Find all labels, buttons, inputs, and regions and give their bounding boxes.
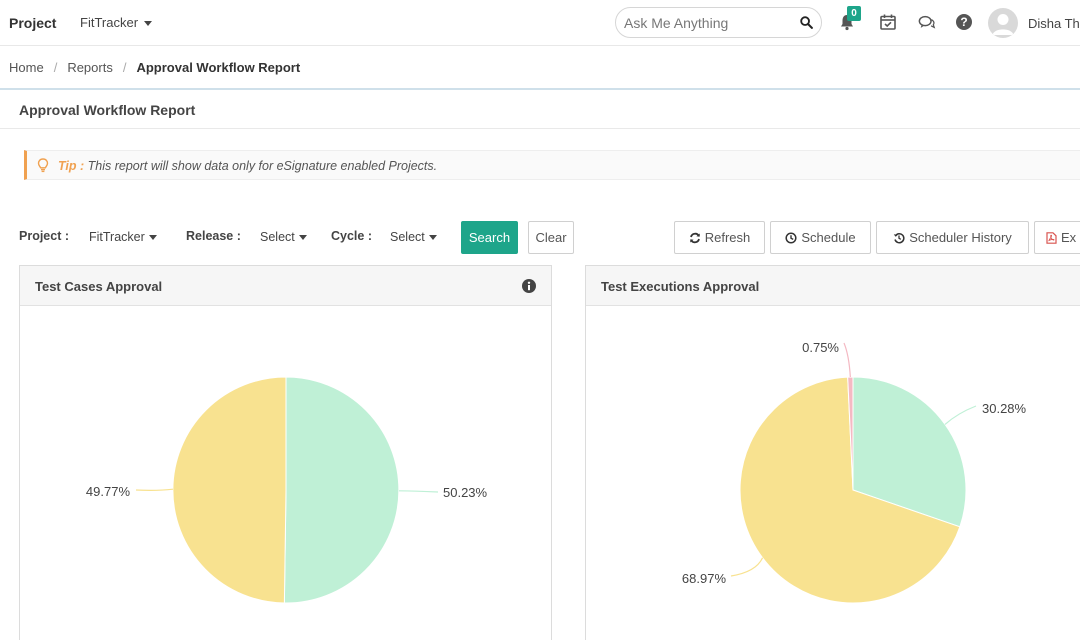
pie-slice[interactable] xyxy=(172,376,287,604)
notification-badge: 0 xyxy=(847,6,861,21)
breadcrumb-current: Approval Workflow Report xyxy=(136,60,301,75)
project-switcher-label: FitTracker xyxy=(80,15,139,30)
cycle-filter-label: Cycle : xyxy=(331,229,372,243)
page-title: Approval Workflow Report xyxy=(19,102,196,118)
calendar-check-icon[interactable] xyxy=(879,13,897,31)
cycle-filter-value: Select xyxy=(390,230,425,244)
test-cases-pie-chart: 50.23% 49.77% xyxy=(86,376,488,604)
schedule-button[interactable]: Schedule xyxy=(770,221,871,254)
breadcrumb: Home / Reports / Approval Workflow Report xyxy=(9,60,300,75)
breadcrumb-reports[interactable]: Reports xyxy=(67,60,113,75)
clock-icon xyxy=(785,232,797,244)
tip-message: This report will show data only for eSig… xyxy=(87,159,438,173)
user-avatar[interactable] xyxy=(988,8,1018,38)
export-button[interactable]: Ex xyxy=(1034,221,1080,254)
user-icon xyxy=(992,14,1014,35)
pdf-file-icon xyxy=(1046,232,1057,244)
brand-label[interactable]: Project xyxy=(9,15,56,31)
slice-label: 0.75% xyxy=(802,340,839,355)
svg-text:?: ? xyxy=(960,15,967,29)
release-filter-dropdown[interactable]: Select xyxy=(260,230,307,244)
slice-label: 30.28% xyxy=(982,401,1027,416)
test-cases-approval-panel: Test Cases Approval 50.23% 49.77% xyxy=(19,265,552,640)
project-filter-value: FitTracker xyxy=(89,230,145,244)
tip-text: Tip : This report will show data only fo… xyxy=(58,159,437,173)
panel-title: Test Cases Approval xyxy=(35,279,163,294)
history-icon xyxy=(893,233,905,244)
chevron-down-icon xyxy=(298,235,307,241)
info-icon[interactable] xyxy=(522,279,536,293)
project-filter-label: Project : xyxy=(19,229,70,243)
chat-icon[interactable] xyxy=(918,13,936,31)
tip-banner: Tip : This report will show data only fo… xyxy=(24,150,1080,180)
project-filter-dropdown[interactable]: FitTracker xyxy=(89,230,157,244)
slice-label: 49.77% xyxy=(86,484,131,499)
slice-connector xyxy=(398,490,439,493)
panel-header: Test Cases Approval xyxy=(20,266,551,306)
search-icon[interactable] xyxy=(800,16,813,29)
clear-button[interactable]: Clear xyxy=(528,221,574,254)
chevron-down-icon xyxy=(144,21,153,27)
slice-connector xyxy=(843,342,851,378)
test-executions-approval-panel: Test Executions Approval 30.28% 68.97% 0.7… xyxy=(585,265,1080,640)
panel-title: Test Executions Approval xyxy=(601,279,760,294)
schedule-label: Schedule xyxy=(801,230,856,245)
pie-slice[interactable] xyxy=(283,376,400,604)
cycle-filter-dropdown[interactable]: Select xyxy=(390,230,437,244)
panel-header: Test Executions Approval xyxy=(586,266,1080,306)
breadcrumb-divider xyxy=(0,88,1080,90)
title-divider xyxy=(0,128,1080,129)
slice-label: 50.23% xyxy=(443,485,488,500)
project-switcher[interactable]: FitTracker xyxy=(80,15,153,30)
scheduler-history-button[interactable]: Scheduler History xyxy=(876,221,1029,254)
search-input[interactable] xyxy=(624,14,784,32)
scheduler-history-label: Scheduler History xyxy=(909,230,1012,245)
slice-label: 68.97% xyxy=(682,571,727,586)
slice-connector xyxy=(944,405,977,425)
breadcrumb-separator: / xyxy=(122,60,127,75)
help-icon[interactable]: ? xyxy=(955,13,973,31)
refresh-button[interactable]: Refresh xyxy=(674,221,765,254)
lightbulb-icon xyxy=(37,158,49,173)
test-executions-pie-chart: 30.28% 68.97% 0.75% xyxy=(682,340,1027,604)
chevron-down-icon xyxy=(148,235,157,241)
chevron-down-icon xyxy=(428,235,437,241)
top-navbar: Project FitTracker 0 ? Disha Th xyxy=(0,0,1080,46)
slice-connector xyxy=(135,488,174,491)
refresh-label: Refresh xyxy=(704,230,751,245)
tip-label: Tip : xyxy=(58,159,85,173)
breadcrumb-home[interactable]: Home xyxy=(9,60,44,75)
slice-connector xyxy=(730,557,764,577)
breadcrumb-separator: / xyxy=(53,60,58,75)
export-label: Ex xyxy=(1061,230,1077,245)
refresh-icon xyxy=(689,232,700,244)
user-name[interactable]: Disha Th xyxy=(1028,16,1080,31)
release-filter-label: Release : xyxy=(186,229,241,243)
search-button[interactable]: Search xyxy=(461,221,518,254)
release-filter-value: Select xyxy=(260,230,295,244)
ask-me-anything-search xyxy=(615,7,822,38)
